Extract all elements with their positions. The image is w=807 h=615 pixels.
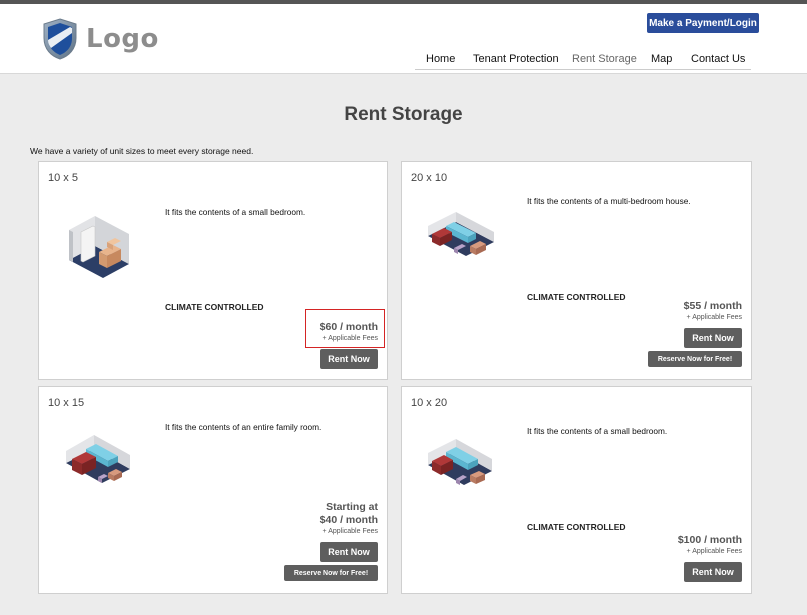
nav-home[interactable]: Home [426,53,455,65]
rent-now-button[interactable]: Rent Now [320,542,378,562]
nav-tenant-protection[interactable]: Tenant Protection [473,53,559,65]
storage-unit-small-icon [69,216,129,278]
unit-card-10x5: 10 x 5 It fits the contents of a small b… [38,161,388,380]
unit-card-20x10: 20 x 10 It fits the contents of a multi-… [401,161,752,380]
make-payment-login-button[interactable]: Make a Payment/Login [647,13,759,33]
nav-contact-us[interactable]: Contact Us [691,53,745,65]
climate-controlled-label: CLIMATE CONTROLLED [527,292,626,302]
unit-price: $100 / month [677,534,742,546]
unit-size: 20 x 10 [411,172,448,184]
logo-text: Logo [86,24,159,54]
climate-controlled-label: CLIMATE CONTROLLED [165,302,264,312]
unit-price: $60 / month [319,321,378,333]
rent-now-button[interactable]: Rent Now [684,562,742,582]
applicable-fees: + Applicable Fees [686,314,742,321]
unit-description: It fits the contents of a small bedroom. [527,426,668,436]
storage-unit-furnished-icon [428,212,494,256]
applicable-fees: + Applicable Fees [322,528,378,535]
unit-size: 10 x 5 [48,172,78,184]
price-prefix: Starting at [326,501,378,513]
page-title: Rent Storage [344,104,463,125]
nav-rent-storage[interactable]: Rent Storage [572,53,637,65]
intro-text: We have a variety of unit sizes to meet … [30,146,254,156]
unit-card-10x20: 10 x 20 It fits the contents of a small … [401,386,752,594]
unit-size: 10 x 20 [411,397,448,409]
unit-price: $55 / month [683,300,742,312]
reserve-now-button[interactable]: Reserve Now for Free! [648,351,742,367]
unit-price: $40 / month [319,514,378,526]
applicable-fees: + Applicable Fees [686,548,742,555]
unit-size: 10 x 15 [48,397,85,409]
main-nav: Home Tenant Protection Rent Storage Map … [0,53,807,73]
nav-map[interactable]: Map [651,53,672,65]
rent-now-button[interactable]: Rent Now [320,349,378,369]
storage-unit-furnished-icon [66,435,130,483]
rent-now-button[interactable]: Rent Now [684,328,742,348]
unit-description: It fits the contents of a small bedroom. [165,207,306,217]
unit-description: It fits the contents of an entire family… [165,422,322,432]
unit-description: It fits the contents of a multi-bedroom … [527,196,691,206]
climate-controlled-label: CLIMATE CONTROLLED [527,522,626,532]
reserve-now-button[interactable]: Reserve Now for Free! [284,565,378,581]
unit-card-10x15: 10 x 15 It fits the contents of an entir… [38,386,388,594]
nav-divider [415,69,751,70]
storage-unit-furnished-icon [428,439,492,485]
applicable-fees: + Applicable Fees [322,335,378,342]
site-header: Logo Make a Payment/Login Home Tenant Pr… [0,4,807,74]
